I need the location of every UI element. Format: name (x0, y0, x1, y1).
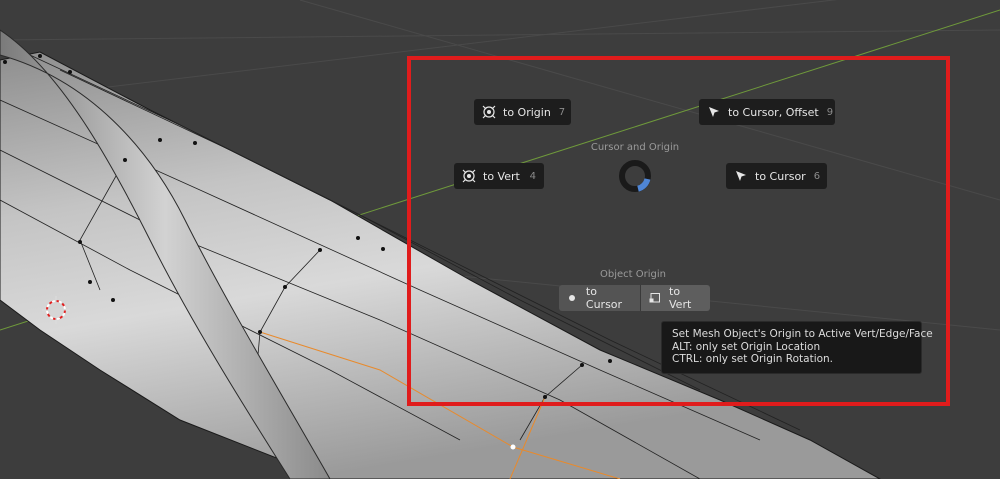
to-origin-label: to Origin (503, 105, 551, 119)
to-cursor-offset-hotkey: 9 (826, 106, 834, 118)
cursor-arrow-icon (734, 169, 748, 183)
to-cursor-hotkey: 6 (813, 170, 821, 182)
origin-icon (482, 105, 496, 119)
object-origin-to-vert-label: to Vert (669, 285, 692, 311)
object-origin-button-group: to Cursor to Vert (559, 285, 710, 311)
pie-menu-title: Cursor and Origin (590, 142, 680, 153)
to-cursor-pie-button[interactable]: to Cursor 6 (726, 163, 827, 189)
cursor-arrow-icon (707, 105, 721, 119)
pie-direction-ring-icon (619, 160, 651, 192)
tooltip-line-3: CTRL: only set Origin Rotation. (672, 353, 834, 365)
to-origin-hotkey: 7 (558, 106, 566, 118)
to-cursor-offset-button[interactable]: to Cursor, Offset 9 (699, 99, 835, 125)
active-vertex (510, 444, 516, 450)
object-origin-to-cursor-button[interactable]: to Cursor (559, 285, 640, 311)
to-cursor-offset-label: to Cursor, Offset (728, 105, 819, 119)
origin-icon (462, 169, 476, 183)
object-origin-to-cursor-label: to Cursor (585, 285, 623, 311)
to-vert-pie-button[interactable]: to Vert 4 (454, 163, 544, 189)
to-vert-hotkey: 4 (529, 170, 536, 182)
3d-viewport[interactable] (0, 0, 1000, 479)
tooltip: Set Mesh Object's Origin to Active Vert/… (661, 321, 933, 374)
to-cursor-label: to Cursor (755, 169, 806, 183)
to-origin-button[interactable]: to Origin 7 (474, 99, 571, 125)
object-origin-to-vert-button[interactable]: to Vert (640, 285, 710, 311)
vertex-select-icon (649, 292, 661, 304)
object-origin-title: Object Origin (600, 269, 666, 280)
dot-icon (567, 292, 578, 304)
to-vert-label: to Vert (483, 169, 520, 183)
tooltip-line-1: Set Mesh Object's Origin to Active Vert/… (672, 328, 933, 340)
tooltip-line-2: ALT: only set Origin Location (672, 340, 821, 353)
